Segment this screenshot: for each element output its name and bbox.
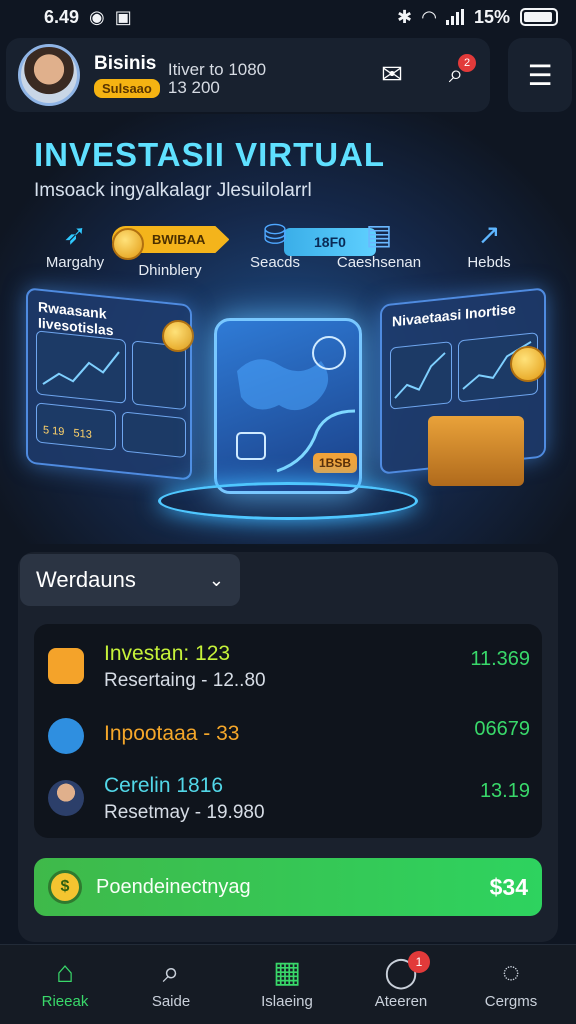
rocket-icon: ➶ [63,219,87,250]
item-title: Cerelin 1816 [104,774,224,797]
profile-badge: Sulsaao [94,78,160,98]
coin-icon [510,346,546,382]
treasure-chest-icon [428,416,524,486]
line-chart-icon [42,351,120,385]
profile-line2: 13 200 [167,78,220,97]
category-dhinblery[interactable]: Dhinblery [130,262,210,279]
chart-tile [390,341,452,410]
category-margahy[interactable]: ➶ Margahy [40,218,110,271]
alerts-badge: 1 [408,951,430,973]
nav-search[interactable]: ⌕ Saide [126,953,216,1010]
item-value: 11.369 [470,648,530,670]
mail-icon: ✉ [381,58,403,89]
signal-icon [445,9,464,25]
cta-label: Poendeinectnyag [96,875,251,898]
chevron-down-icon: ⌄ [208,569,224,590]
status-bar: 6.49 ◉ ▣ ✱ ◠ 15% [0,0,576,34]
profile-info: Bisinis Sulsaao Itiver to 1080 13 200 [94,53,266,98]
category-label: Dhinblery [138,262,202,279]
menu-icon: ☰ [527,59,553,91]
avatar[interactable] [18,44,80,106]
chart-up-icon: ↗ [477,219,501,250]
nav-label: Ateeren [374,993,428,1010]
camera-icon: ◉ [89,6,105,27]
battery-icon [520,8,558,26]
list-item[interactable]: Cerelin 1816 Resetmay - 19.980 13.19 [34,770,542,830]
nav-chat[interactable]: ◌ Cergms [466,953,556,1010]
item-subtitle: Resertaing - 12..80 [104,670,266,691]
wifi-icon: ◠ [422,6,436,27]
chart-icon: ▦ [272,956,302,989]
left-panel-value-1: 5 19 [43,424,65,439]
profile-line1: Itiver to 1080 [167,60,267,80]
bottom-navigation: ⌂ Rieeak ⌕ Saide ▦ Islaeing ◯ 1 Ateeren … [0,944,576,1024]
nav-label: Islaeing [261,993,313,1010]
nav-label: Cergms [484,993,538,1010]
battery-percent: 15% [473,6,510,27]
briefcase-icon [48,648,84,684]
category-row: ➶ Margahy BWIBAA Dhinblery 18F0 ⛁ Seacds… [0,218,576,288]
chip-icon [48,718,84,754]
cta-amount: $34 [489,873,528,900]
status-time: 6.49 [44,6,80,27]
dropdown-label: Werdauns [36,567,136,592]
category-label: Caeshsenan [336,254,422,271]
category-caeshsenan[interactable]: ▤ Caeshsenan [334,218,424,271]
list-item[interactable]: Inpootaaa - 33 06679 [34,708,542,768]
profile-header: Bisinis Sulsaao Itiver to 1080 13 200 ✉ … [6,38,490,112]
coin-icon [112,228,144,260]
center-card-value: 1BSB [313,453,358,473]
item-subtitle: Resetmay - 19.980 [104,802,265,823]
list-item[interactable]: Investan: 123 Resertaing - 12..80 11.369 [34,638,542,698]
document-icon: ▤ [365,219,393,250]
hologram-platform [158,482,418,520]
deposit-button[interactable]: $ Poendeinectnyag $34 [34,858,542,916]
profile-balance-line: Itiver to 1080 13 200 [168,61,266,97]
investment-section: Werdauns ⌄ Investan: 123 Resertaing - 12… [18,552,558,942]
database-icon: ⛁ [263,219,287,250]
menu-button[interactable]: ☰ [508,38,572,112]
item-title: Inpootaaa - 33 [104,722,240,745]
search-button[interactable]: ⌕ 2 [434,52,478,96]
category-hebds[interactable]: ↗ Hebds [454,218,524,271]
hero-subtitle: Imsoack ingyalkalagr Jlesuilolarrl [34,180,312,201]
nav-chart[interactable]: ▦ Islaeing [242,953,332,1010]
home-icon: ⌂ [55,956,75,989]
hero-title: INVESTASII VIRTUAL [34,136,386,173]
investment-list: Investan: 123 Resertaing - 12..80 11.369… [34,624,542,838]
left-panel-value-2: 513 [73,427,92,442]
item-value: 13.19 [479,780,530,802]
nav-alerts[interactable]: ◯ 1 Ateeren [356,951,446,1010]
value-tile: 5 19 513 [36,402,116,451]
mail-button[interactable]: ✉ [370,52,414,96]
nav-home[interactable]: ⌂ Rieeak [20,953,110,1010]
dollar-coin-icon: $ [48,870,82,904]
nav-label: Saide [151,993,191,1010]
category-label: Seacds [249,254,301,271]
item-value: 06679 [474,718,530,740]
category-label: Hebds [467,254,511,271]
notification-badge: 2 [458,54,476,72]
line-chart-icon [394,352,446,399]
chat-icon: ◌ [502,956,520,989]
category-dropdown[interactable]: Werdauns ⌄ [20,554,240,606]
item-title: Investan: 123 [104,642,231,665]
category-seacds[interactable]: ⛁ Seacds [240,218,310,271]
bluetooth-icon: ✱ [397,6,413,27]
right-panel-title: Nivaetaasi Inortise [392,300,516,330]
diamond-tile [122,411,186,459]
person-icon [48,780,84,816]
chart-tile [36,330,126,404]
search-icon: ⌕ [162,956,180,989]
left-investment-panel[interactable]: Rwaasank Iivesotislas 5 19 513 [26,287,192,481]
nav-label: Rieeak [41,993,89,1010]
app-notification-icon: ▣ [114,6,132,27]
category-label: Margahy [45,254,105,271]
virtual-investment-card[interactable]: 1BSB [214,318,362,494]
bell-icon: ◯ [384,956,418,989]
coin-icon [162,320,194,352]
hero-banner: INVESTASII VIRTUAL Imsoack ingyalkalagr … [0,114,576,544]
